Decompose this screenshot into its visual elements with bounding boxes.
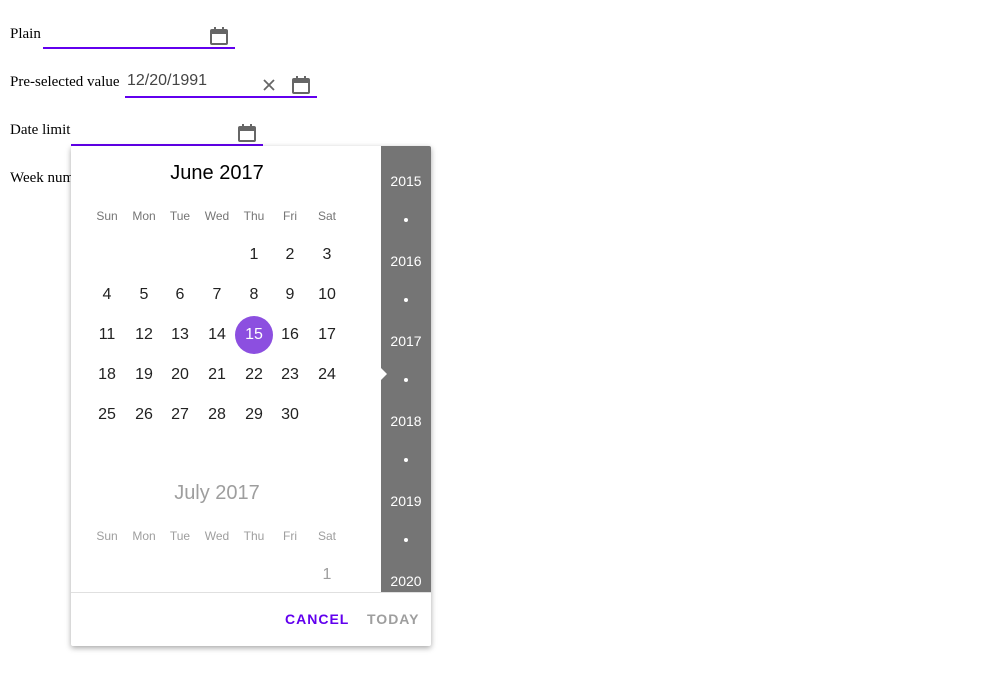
day-cell[interactable]: 30 — [271, 396, 309, 434]
weekday-header: Wed — [204, 529, 230, 543]
day-cell[interactable]: 29 — [235, 396, 273, 434]
calendar-icon[interactable] — [237, 123, 257, 143]
day-cell[interactable]: 14 — [198, 316, 236, 354]
day-cell[interactable]: 28 — [198, 396, 236, 434]
weekday-header: Thu — [243, 209, 265, 223]
preselected-date-value: 12/20/1991 — [127, 72, 208, 89]
weekday-header: Mon — [132, 529, 156, 543]
day-cell[interactable]: 23 — [271, 356, 309, 394]
year-item[interactable]: 2018 — [381, 413, 431, 429]
month-dot — [404, 298, 408, 302]
cancel-button[interactable]: CANCEL — [285, 611, 349, 627]
day-cell[interactable]: 19 — [125, 356, 163, 394]
day-cell[interactable]: 5 — [125, 276, 163, 314]
day-cell[interactable]: 11 — [88, 316, 126, 354]
year-item[interactable]: 2020 — [381, 573, 431, 589]
day-cell[interactable]: 17 — [308, 316, 346, 354]
date-picker-popup: June 2017 Sun Mon Tue Wed Thu Fri Sat 1 2 3 4 5 6 7 8 9 1… — [71, 146, 431, 646]
day-cell-selected[interactable]: 15 — [235, 316, 273, 354]
day-cell[interactable]: 20 — [161, 356, 199, 394]
today-button[interactable]: TODAY — [367, 611, 419, 627]
year-item[interactable]: 2016 — [381, 253, 431, 269]
day-cell[interactable]: 1 — [235, 236, 273, 274]
weekday-header: Fri — [283, 529, 297, 543]
day-cell[interactable]: 2 — [271, 236, 309, 274]
day-cell[interactable]: 1 — [308, 556, 346, 592]
day-cell[interactable]: 16 — [271, 316, 309, 354]
day-cell[interactable]: 12 — [125, 316, 163, 354]
day-cell[interactable]: 4 — [88, 276, 126, 314]
calendar-icon[interactable] — [291, 75, 311, 95]
calendar-scroll-area[interactable]: June 2017 Sun Mon Tue Wed Thu Fri Sat 1 2 3 4 5 6 7 8 9 1… — [71, 146, 381, 592]
picker-footer: CANCEL TODAY — [71, 592, 431, 646]
date-limit-field[interactable] — [71, 122, 263, 146]
day-cell[interactable]: 24 — [308, 356, 346, 394]
day-cell[interactable]: 13 — [161, 316, 199, 354]
day-cell[interactable]: 9 — [271, 276, 309, 314]
day-cell[interactable]: 27 — [161, 396, 199, 434]
weekday-header: Sat — [317, 209, 336, 223]
year-selector-strip[interactable]: 2015 2016 2017 2018 2019 2020 — [381, 146, 431, 592]
current-year-pointer — [381, 368, 387, 380]
month-title: June 2017 — [170, 162, 264, 184]
preselected-date-field[interactable]: 12/20/1991 — [125, 72, 317, 98]
day-cell[interactable]: 25 — [88, 396, 126, 434]
day-cell[interactable]: 26 — [125, 396, 163, 434]
month-dot — [404, 378, 408, 382]
preselected-label: Pre-selected value — [10, 74, 120, 90]
day-cell[interactable]: 3 — [308, 236, 346, 274]
week-num-label: Week num — [10, 170, 75, 186]
weekday-header: Wed — [204, 209, 230, 223]
calendar-icon[interactable] — [209, 26, 229, 46]
month-title: July 2017 — [174, 482, 260, 504]
day-cell[interactable]: 6 — [161, 276, 199, 314]
weekday-header: Mon — [132, 209, 156, 223]
weekday-header: Sat — [317, 529, 336, 543]
weekday-header: Fri — [283, 209, 297, 223]
day-cell[interactable]: 22 — [235, 356, 273, 394]
weekday-header: Thu — [243, 529, 265, 543]
weekday-header: Sun — [96, 529, 118, 543]
weekday-header: Tue — [169, 529, 191, 543]
weekday-header: Sun — [96, 209, 118, 223]
year-item[interactable]: 2019 — [381, 493, 431, 509]
month-dot — [404, 218, 408, 222]
day-cell[interactable]: 10 — [308, 276, 346, 314]
plain-date-field[interactable] — [43, 25, 235, 49]
day-cell[interactable]: 21 — [198, 356, 236, 394]
day-cell[interactable]: 7 — [198, 276, 236, 314]
year-item[interactable]: 2015 — [381, 173, 431, 189]
day-cell[interactable]: 18 — [88, 356, 126, 394]
day-cell[interactable]: 8 — [235, 276, 273, 314]
year-item[interactable]: 2017 — [381, 333, 431, 349]
date-limit-label: Date limit — [10, 122, 71, 138]
month-dot — [404, 458, 408, 462]
weekday-header: Tue — [169, 209, 191, 223]
plain-label: Plain — [10, 26, 41, 42]
month-dot — [404, 538, 408, 542]
close-icon[interactable] — [261, 77, 277, 93]
